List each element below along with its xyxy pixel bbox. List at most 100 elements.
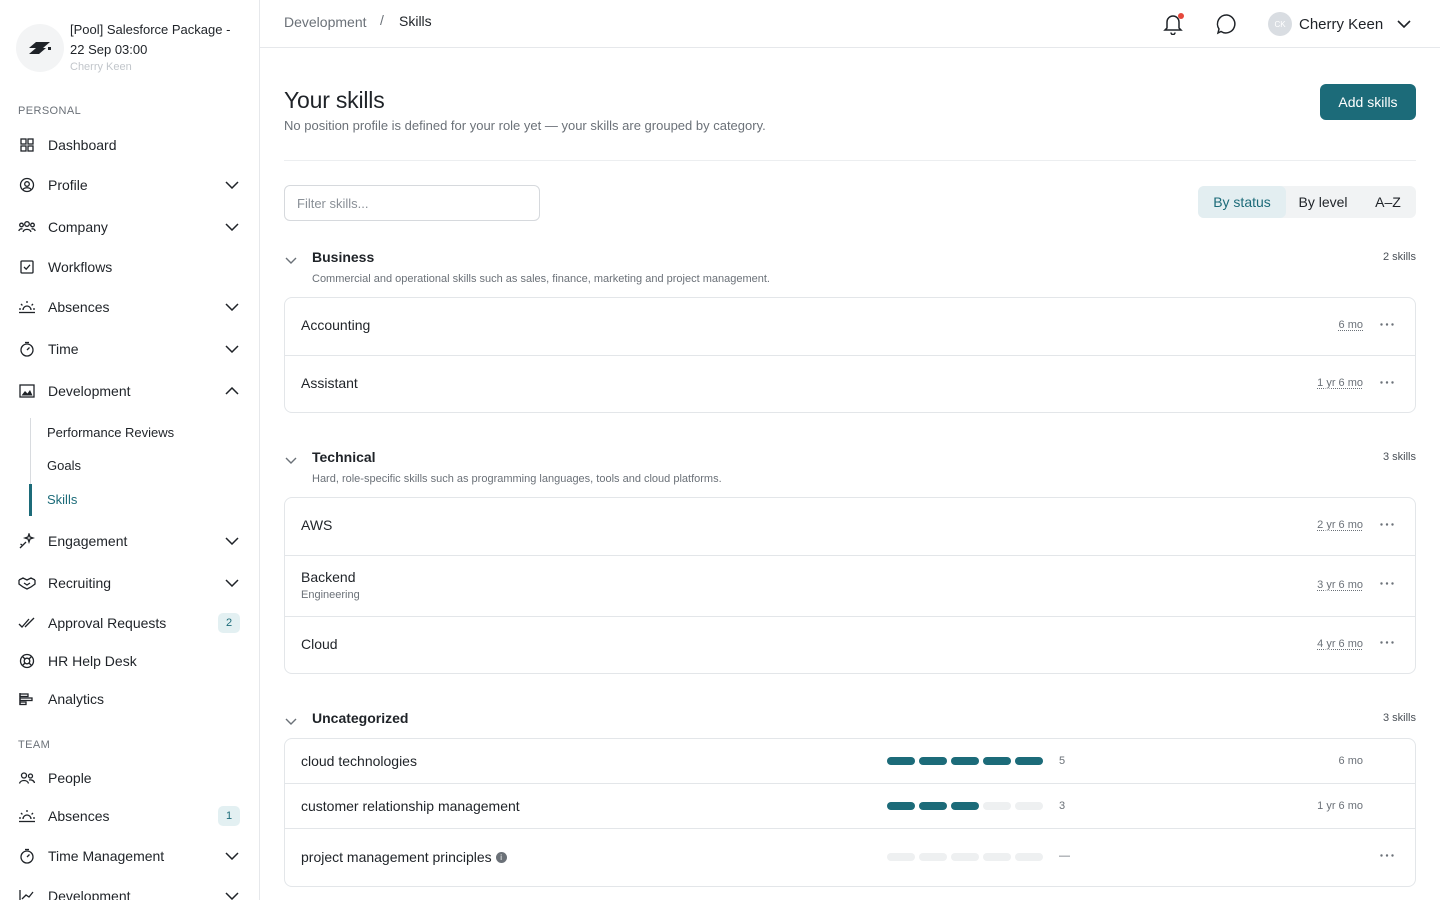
sidebar-item-label: Engagement: [48, 533, 128, 549]
sidebar-item-company[interactable]: Company: [0, 209, 259, 245]
skill-row-aws[interactable]: AWS 2 yr 6 mo: [285, 498, 1415, 556]
sidebar-subitem-skills[interactable]: Skills: [47, 492, 77, 507]
sidebar-item-team-time-management[interactable]: Time Management: [0, 838, 259, 874]
add-skills-button[interactable]: Add skills: [1320, 84, 1416, 120]
chevron-down-icon[interactable]: [284, 714, 298, 728]
more-options-icon[interactable]: [1379, 317, 1395, 331]
bell-icon[interactable]: [1161, 12, 1185, 36]
level-pip: [919, 802, 947, 810]
breadcrumb-development[interactable]: Development: [284, 14, 367, 30]
level-pip: [951, 757, 979, 765]
handshake-icon: [18, 574, 36, 592]
sidebar-item-development[interactable]: Development: [0, 373, 259, 409]
more-options-icon[interactable]: [1379, 375, 1395, 389]
user-menu[interactable]: CK Cherry Keen: [1268, 11, 1413, 37]
sidebar-item-engagement[interactable]: Engagement: [0, 523, 259, 559]
level-pip: [951, 802, 979, 810]
sidebar-item-label: HR Help Desk: [48, 653, 137, 669]
sidebar-item-profile[interactable]: Profile: [0, 167, 259, 203]
chevron-down-icon[interactable]: [222, 846, 242, 866]
count-badge: 2: [218, 613, 240, 633]
sidebar-item-workflows[interactable]: Workflows: [0, 249, 259, 285]
sidebar-item-hr-help-desk[interactable]: HR Help Desk: [0, 643, 259, 679]
chat-bubble-icon[interactable]: [1215, 12, 1239, 36]
chevron-down-icon[interactable]: [222, 886, 242, 900]
skill-row-cloud-technologies[interactable]: cloud technologies 5 6 mo: [285, 739, 1415, 784]
chevron-down-icon[interactable]: [284, 453, 298, 467]
more-options-icon[interactable]: [1379, 517, 1395, 531]
section-label-team: TEAM: [18, 739, 51, 751]
filter-skills-input[interactable]: [284, 185, 540, 221]
sidebar-item-absences[interactable]: Absences: [0, 289, 259, 325]
chevron-down-icon: [1395, 15, 1413, 33]
skill-list-business: Accounting 6 mo Assistant 1 yr 6 mo: [284, 297, 1416, 413]
chevron-down-icon[interactable]: [222, 573, 242, 593]
main-content: Your skills No position profile is defin…: [260, 48, 1440, 900]
sidebar-item-time[interactable]: Time: [0, 331, 259, 367]
level-pip: [1015, 757, 1043, 765]
stopwatch-icon: [18, 847, 36, 865]
skill-row-customer-relationship-management[interactable]: customer relationship management 3 1 yr …: [285, 784, 1415, 829]
sidebar-item-label: People: [48, 770, 92, 786]
level-pip: [887, 802, 915, 810]
sidebar-item-dashboard[interactable]: Dashboard: [0, 127, 259, 163]
skill-row-project-management-principles[interactable]: project management principles i —: [285, 829, 1415, 886]
sidebar-item-analytics[interactable]: Analytics: [0, 681, 259, 717]
sort-by-status[interactable]: By status: [1198, 186, 1286, 218]
chevron-down-icon[interactable]: [222, 297, 242, 317]
sidebar-item-team-absences[interactable]: Absences 1: [0, 798, 259, 834]
skill-duration: 4 yr 6 mo: [1317, 638, 1363, 650]
sidebar-item-approval-requests[interactable]: Approval Requests 2: [0, 605, 259, 641]
org-logo-icon: [16, 24, 64, 72]
chevron-down-icon[interactable]: [222, 339, 242, 359]
level-pip: [887, 853, 915, 861]
more-options-icon[interactable]: [1379, 576, 1395, 590]
sidebar-subitem-goals[interactable]: Goals: [47, 458, 81, 473]
level-pip: [887, 757, 915, 765]
sidebar-item-team-people[interactable]: People: [0, 760, 259, 796]
chevron-down-icon[interactable]: [284, 253, 298, 267]
sidebar-item-recruiting[interactable]: Recruiting: [0, 565, 259, 601]
category-header-technical[interactable]: Technical Hard, role-specific skills suc…: [284, 449, 1416, 489]
category-count: 2 skills: [1382, 251, 1416, 263]
stopwatch-icon: [18, 340, 36, 358]
level-value: —: [1059, 850, 1070, 862]
skill-row-assistant[interactable]: Assistant 1 yr 6 mo: [285, 356, 1415, 412]
info-icon[interactable]: i: [495, 851, 507, 863]
sidebar-item-team-development[interactable]: Development: [0, 878, 259, 900]
level-pip: [983, 757, 1011, 765]
skill-list-technical: AWS 2 yr 6 mo Backend Engineering 3 yr 6…: [284, 497, 1416, 674]
section-label-personal: PERSONAL: [18, 105, 82, 117]
skill-duration: 1 yr 6 mo: [1317, 377, 1363, 389]
skill-row-accounting[interactable]: Accounting 6 mo: [285, 298, 1415, 356]
category-description: Hard, role-specific skills such as progr…: [312, 473, 722, 485]
org-user: Cherry Keen: [70, 61, 132, 73]
level-pip: [983, 853, 1011, 861]
chevron-down-icon[interactable]: [222, 531, 242, 551]
skill-row-backend[interactable]: Backend Engineering 3 yr 6 mo: [285, 556, 1415, 617]
sort-a-z[interactable]: A–Z: [1360, 186, 1416, 218]
more-options-icon[interactable]: [1379, 635, 1395, 649]
sidebar-subitem-performance-reviews[interactable]: Performance Reviews: [47, 425, 174, 440]
breadcrumb-separator: /: [380, 12, 384, 28]
chevron-down-icon[interactable]: [222, 217, 242, 237]
org-switcher[interactable]: [Pool] Salesforce Package - 22 Sep 03:00…: [16, 20, 246, 80]
bar-list-icon: [18, 690, 36, 708]
user-circle-icon: [18, 176, 36, 194]
more-options-icon[interactable]: [1379, 848, 1395, 862]
sunrise-icon: [18, 807, 36, 825]
level-pip: [983, 802, 1011, 810]
chevron-up-icon[interactable]: [222, 381, 242, 401]
skill-subcategory: Engineering: [301, 589, 360, 601]
level-value: 3: [1059, 800, 1066, 812]
skill-name: Backend: [301, 569, 356, 585]
skill-row-cloud[interactable]: Cloud 4 yr 6 mo: [285, 617, 1415, 673]
category-header-business[interactable]: Business Commercial and operational skil…: [284, 249, 1416, 289]
trend-icon: [18, 887, 36, 900]
level-pip: [919, 757, 947, 765]
sidebar-item-label: Dashboard: [48, 137, 117, 153]
sort-by-level[interactable]: By level: [1286, 186, 1360, 218]
chevron-down-icon[interactable]: [222, 175, 242, 195]
sidebar-item-label: Development: [48, 888, 131, 900]
notification-dot: [1178, 13, 1184, 19]
